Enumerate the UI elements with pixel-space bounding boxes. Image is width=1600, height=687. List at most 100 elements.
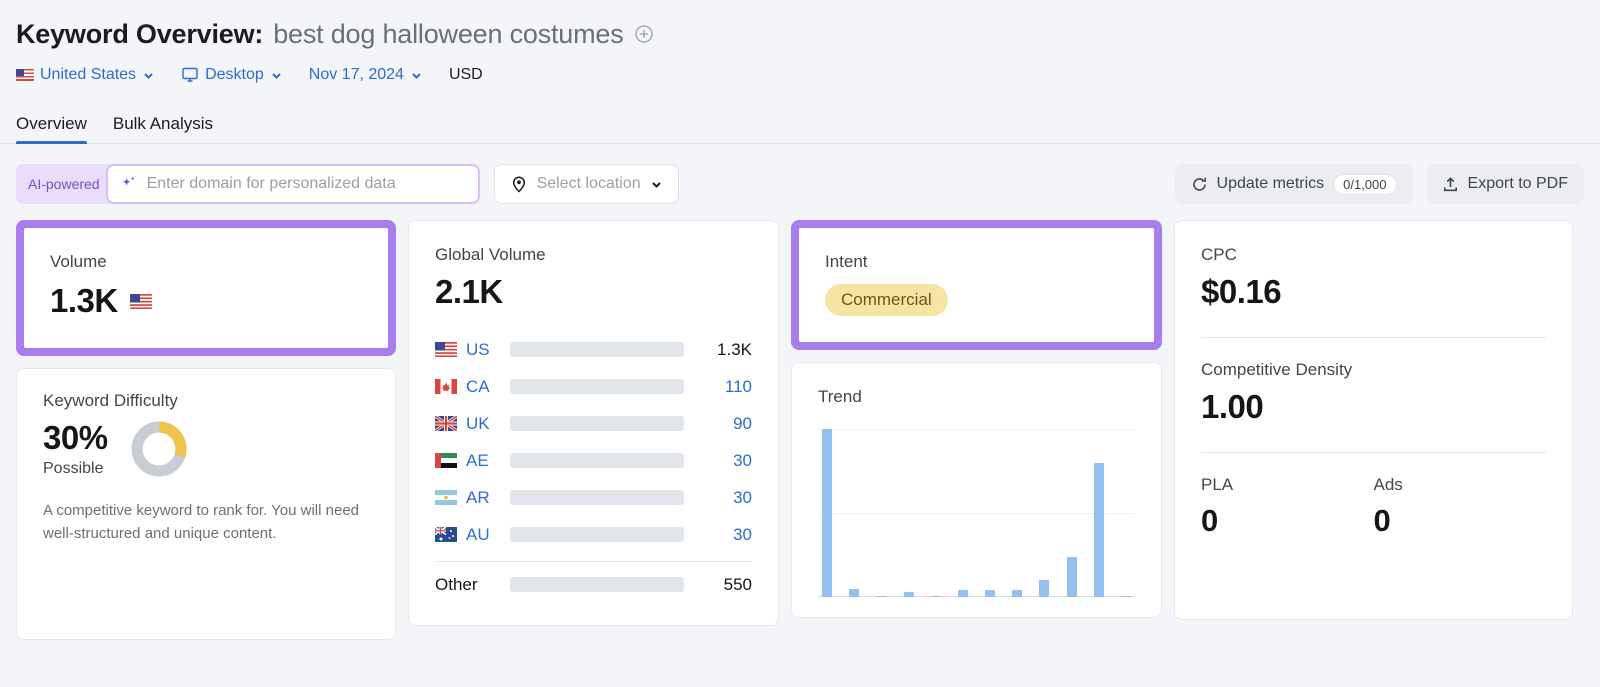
pla-ads-row: PLA 0 Ads 0: [1201, 475, 1546, 539]
keyword-difficulty-label: Keyword Difficulty: [43, 391, 369, 411]
page-title-prefix: Keyword Overview:: [16, 19, 263, 50]
country-volume: 1.3K: [698, 340, 752, 360]
divider: [1201, 337, 1546, 338]
ae-flag-icon: [435, 453, 457, 468]
country-selector[interactable]: United States: [16, 66, 155, 84]
volume-bar-track: [510, 527, 684, 542]
desktop-icon: [181, 67, 199, 83]
global-volume-row: AU 30: [435, 516, 752, 553]
chevron-down-icon: [270, 69, 283, 82]
sparkle-icon: [120, 175, 138, 193]
country-volume: 90: [698, 414, 752, 434]
column-intent-trend: Intent Commercial Trend: [791, 220, 1162, 618]
currency-label-wrap: USD: [449, 66, 483, 84]
us-flag-icon: [16, 69, 34, 81]
trend-bar: [1067, 557, 1077, 597]
trend-bar: [1039, 580, 1049, 597]
trend-bar: [876, 596, 886, 597]
trend-bar: [1012, 590, 1022, 597]
intent-badge[interactable]: Commercial: [825, 284, 948, 316]
volume-value: 1.3K: [50, 282, 118, 320]
ai-domain-group: AI-powered: [16, 164, 480, 204]
global-volume-row: UK 90: [435, 405, 752, 442]
country-volume: 30: [698, 488, 752, 508]
pla-value: 0: [1201, 503, 1374, 539]
trend-bars: [818, 429, 1135, 597]
trend-bar: [904, 592, 914, 597]
location-pin-icon: [510, 175, 528, 193]
intent-card: Intent Commercial: [799, 228, 1154, 342]
keyword-difficulty-status: Possible: [43, 460, 108, 478]
country-code[interactable]: AU: [466, 525, 510, 545]
other-label: Other: [435, 575, 510, 595]
volume-bar-track: [510, 453, 684, 468]
us-flag-icon: [435, 342, 457, 357]
pla-label: PLA: [1201, 475, 1374, 495]
chevron-down-icon: [410, 69, 423, 82]
page-title: Keyword Overview: best dog halloween cos…: [16, 14, 1584, 54]
trend-bar: [931, 596, 941, 597]
global-volume-row: CA110: [435, 368, 752, 405]
currency-label: USD: [449, 66, 483, 84]
column-global-volume: Global Volume 2.1K US 1.3K CA110 UK 90 AE 30 AR…: [408, 220, 779, 626]
country-label: United States: [40, 66, 136, 84]
volume-bar-track: [510, 490, 684, 505]
date-selector[interactable]: Nov 17, 2024: [309, 66, 423, 84]
country-volume: 30: [698, 451, 752, 471]
header-meta-row: United States Desktop Nov 17, 2024: [16, 58, 1584, 92]
global-volume-value: 2.1K: [435, 273, 752, 311]
update-metrics-button[interactable]: Update metrics 0/1,000: [1175, 164, 1413, 204]
tab-bar: Overview Bulk Analysis: [0, 106, 1600, 144]
cpc-label: CPC: [1201, 245, 1546, 265]
chevron-down-icon: [142, 69, 155, 82]
country-code[interactable]: AR: [466, 488, 510, 508]
chevron-down-icon: [650, 178, 663, 191]
domain-input[interactable]: [147, 175, 466, 193]
trend-bar: [985, 590, 995, 597]
volume-bar-track: [510, 342, 684, 357]
column-volume-kd: Volume 1.3K Keyword Difficulty 30% Possi…: [16, 220, 396, 640]
global-volume-row: US 1.3K: [435, 331, 752, 368]
intent-card-highlight: Intent Commercial: [791, 220, 1162, 350]
au-flag-icon: [435, 527, 457, 542]
country-volume: 30: [698, 525, 752, 545]
trend-bar: [849, 589, 859, 597]
ads-value: 0: [1374, 503, 1547, 539]
country-code[interactable]: CA: [466, 377, 510, 397]
keyword-overview-page: Keyword Overview: best dog halloween cos…: [0, 0, 1600, 687]
domain-input-wrapper[interactable]: [106, 164, 480, 204]
trend-chart: [818, 429, 1135, 597]
export-to-pdf-button[interactable]: Export to PDF: [1426, 164, 1584, 204]
plus-circle-icon[interactable]: [634, 24, 654, 44]
trend-card: Trend: [791, 362, 1162, 618]
pla-block: PLA 0: [1201, 475, 1374, 539]
divider: [435, 561, 752, 562]
country-code[interactable]: AE: [466, 451, 510, 471]
ar-flag-icon: [435, 490, 457, 505]
volume-bar-track: [510, 379, 684, 394]
column-cpc: CPC $0.16 Competitive Density 1.00 PLA 0…: [1174, 220, 1573, 620]
keyword-difficulty-description: A competitive keyword to rank for. You w…: [43, 500, 363, 545]
location-selector[interactable]: Select location: [494, 164, 679, 204]
competitive-density-value: 1.00: [1201, 388, 1546, 426]
ads-block: Ads 0: [1374, 475, 1547, 539]
device-selector[interactable]: Desktop: [181, 66, 283, 84]
tab-overview[interactable]: Overview: [16, 114, 87, 143]
global-volume-label: Global Volume: [435, 245, 752, 265]
competitive-density-label: Competitive Density: [1201, 360, 1546, 380]
country-code[interactable]: UK: [466, 414, 510, 434]
global-volume-card: Global Volume 2.1K US 1.3K CA110 UK 90 AE 30 AR…: [408, 220, 779, 626]
toolbar-actions: Update metrics 0/1,000 Export to PDF: [1175, 164, 1584, 204]
volume-label: Volume: [50, 252, 362, 272]
cpc-value: $0.16: [1201, 273, 1546, 311]
ai-powered-badge: AI-powered: [16, 164, 112, 204]
trend-bar: [822, 429, 832, 597]
country-code[interactable]: US: [466, 340, 510, 360]
export-upload-icon: [1442, 176, 1459, 193]
global-volume-country-list: US 1.3K CA110 UK 90 AE 30 AR 30 AU 30: [435, 331, 752, 553]
tab-bulk-analysis[interactable]: Bulk Analysis: [113, 114, 213, 143]
volume-bar-track: [510, 416, 684, 431]
uk-flag-icon: [435, 416, 457, 431]
other-value: 550: [698, 575, 752, 595]
date-label: Nov 17, 2024: [309, 66, 404, 84]
